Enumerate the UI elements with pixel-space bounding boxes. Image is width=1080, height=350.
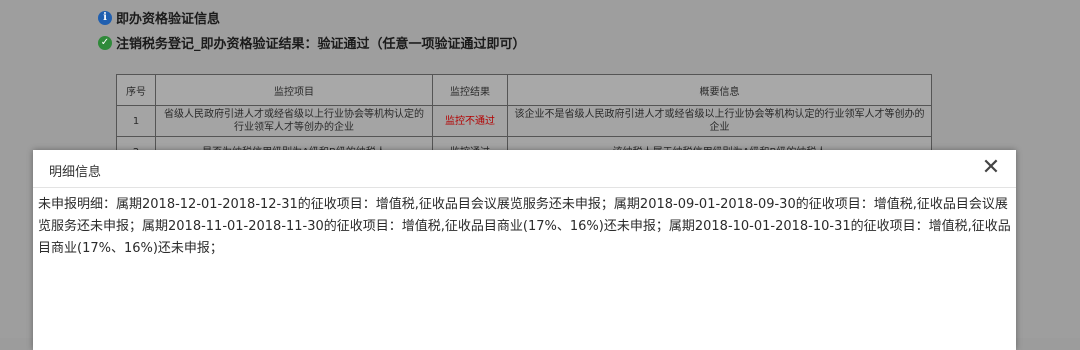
modal-title: 明细信息 xyxy=(49,165,102,180)
row-item: 省级人民政府引进人才或经省级以上行业协会等机构认定的行业领军人才等创办的企业 xyxy=(155,105,433,137)
info-icon: i xyxy=(98,10,112,25)
row-summary: 该企业不是省级人民政府引进人才或经省级以上行业协会等机构认定的行业领军人才等创办… xyxy=(507,105,932,137)
row-no: 1 xyxy=(116,105,156,137)
table-row: 1 省级人民政府引进人才或经省级以上行业协会等机构认定的行业领军人才等创办的企业… xyxy=(116,105,932,137)
header-item: 监控项目 xyxy=(155,74,433,106)
info-title-text: 即办资格验证信息 xyxy=(116,12,221,27)
header-no: 序号 xyxy=(116,74,156,106)
header-summary: 概要信息 xyxy=(507,74,932,106)
header-result: 监控结果 xyxy=(432,74,508,106)
verification-result-line: ✓ 注销税务登记_即办资格验证结果：验证通过（任意一项验证通过即可） xyxy=(98,33,526,52)
modal-body-text: 未申报明细：属期2018-12-01-2018-12-31的征收项目：增值税,征… xyxy=(38,197,1011,256)
verification-result-text: 注销税务登记_即办资格验证结果：验证通过（任意一项验证通过即可） xyxy=(116,37,526,52)
row-result[interactable]: 监控不通过 xyxy=(432,105,508,137)
table-header-row: 序号 监控项目 监控结果 概要信息 xyxy=(116,74,932,106)
detail-modal: 明细信息 ✕ 未申报明细：属期2018-12-01-2018-12-31的征收项… xyxy=(33,150,1016,350)
info-line-title: i 即办资格验证信息 xyxy=(98,8,220,27)
close-icon[interactable]: ✕ xyxy=(980,157,1002,179)
check-circle-icon: ✓ xyxy=(98,35,112,50)
modal-header: 明细信息 ✕ xyxy=(33,150,1016,188)
